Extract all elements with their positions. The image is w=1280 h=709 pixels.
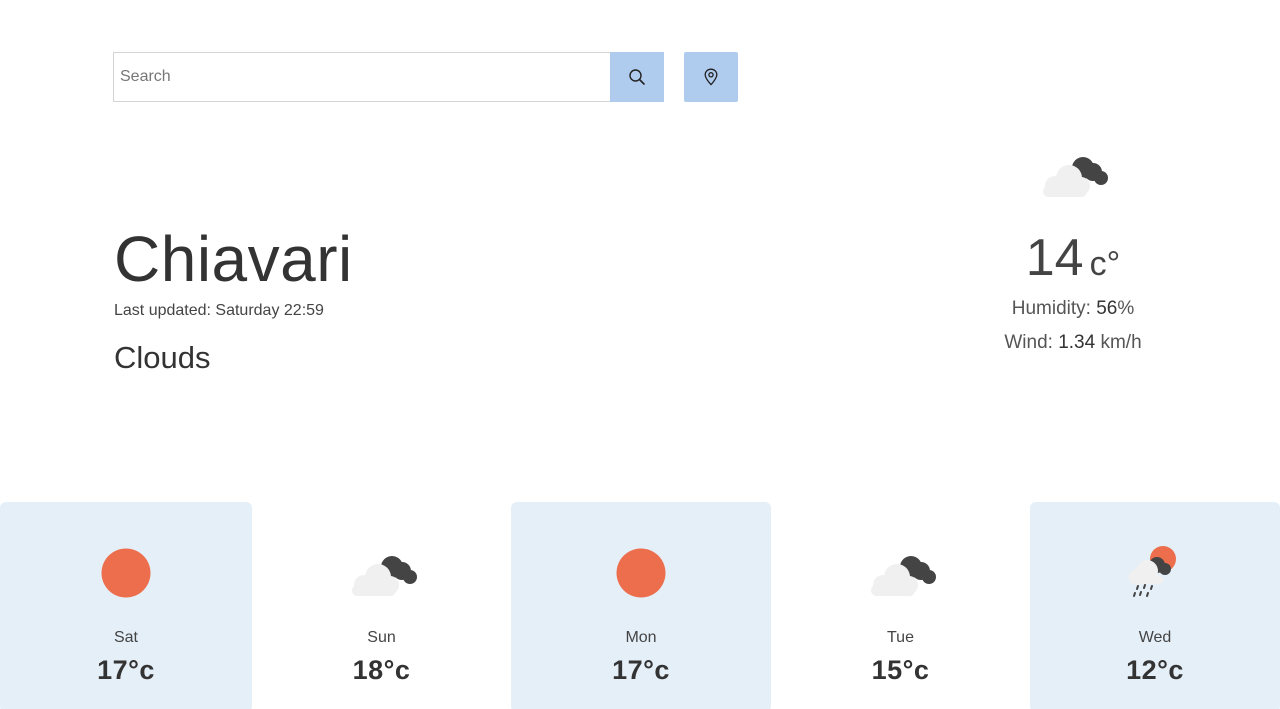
search-button[interactable] (610, 52, 664, 102)
forecast-card-sun[interactable]: Sun 18°c (252, 502, 511, 709)
map-pin-icon (704, 68, 718, 86)
clouds-night-icon (1043, 157, 1108, 197)
city-name: Chiavari (114, 223, 353, 295)
humidity-value: 56 (1096, 298, 1118, 319)
forecast-card-wed[interactable]: Wed 12°c (1030, 502, 1280, 709)
rain-sun-icon (1115, 546, 1195, 599)
search-bar (113, 52, 738, 102)
wind-unit: km/h (1100, 332, 1142, 353)
clouds-night-icon (342, 547, 422, 599)
sun-icon (86, 547, 166, 599)
forecast-temp: 12°c (1126, 655, 1184, 685)
forecast-day: Mon (625, 629, 657, 646)
search-icon (629, 69, 645, 85)
temperature-value: 14 (1025, 229, 1084, 287)
sun-icon (601, 547, 681, 599)
forecast-temp: 17°c (612, 655, 670, 685)
weather-app: Chiavari Last updated: Saturday 22:59 Cl… (0, 0, 1280, 709)
current-details: 14 c° Humidity: 56% Wind: 1.34 km/h (960, 150, 1186, 354)
humidity-unit: % (1117, 298, 1135, 319)
humidity: Humidity: 56% (960, 298, 1186, 320)
search-input[interactable] (113, 52, 610, 102)
wind: Wind: 1.34 km/h (960, 332, 1186, 354)
current-location-button[interactable] (684, 52, 738, 102)
forecast-card-tue[interactable]: Tue 15°c (771, 502, 1030, 709)
forecast-day: Sat (113, 629, 138, 646)
humidity-label: Humidity: (1011, 298, 1091, 319)
forecast-temp: 15°c (871, 655, 930, 685)
forecast-temp: 18°c (352, 655, 411, 685)
last-updated: Last updated: Saturday 22:59 (114, 302, 324, 319)
forecast-day: Wed (1138, 629, 1172, 646)
forecast-temp: 17°c (97, 655, 155, 685)
temperature-unit: c° (1089, 245, 1121, 283)
forecast-day: Tue (887, 629, 914, 646)
wind-value: 1.34 (1058, 332, 1096, 353)
wind-label: Wind: (1004, 332, 1053, 353)
forecast-card-sat[interactable]: Sat 17°c (0, 502, 252, 709)
forecast-card-mon[interactable]: Mon 17°c (511, 502, 771, 709)
forecast-day: Sun (367, 629, 396, 646)
weather-condition: Clouds (114, 340, 211, 375)
forecast-row: Sat 17°c Sun 18°c Mon 17°c Tue 15°c Wed … (0, 502, 1280, 709)
clouds-night-icon (861, 547, 941, 599)
current-temperature: 14 c° (960, 228, 1186, 288)
